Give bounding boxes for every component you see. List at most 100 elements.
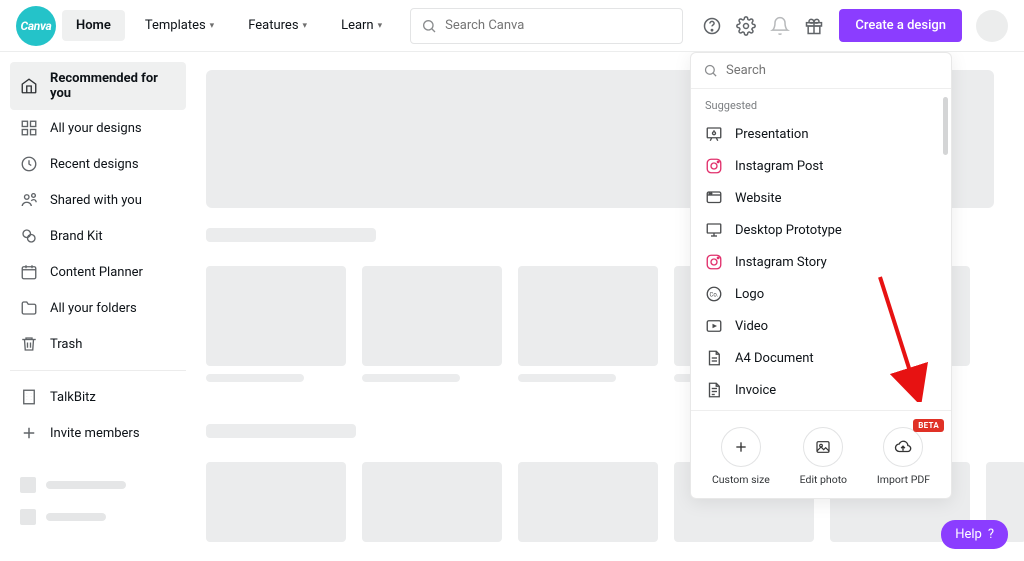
sidebar: Recommended for you All your designs Rec… (0, 52, 196, 561)
folder-icon (20, 299, 38, 317)
presentation-icon (705, 125, 723, 143)
design-card[interactable] (518, 266, 658, 382)
svg-text:Co.: Co. (710, 291, 719, 298)
suggestion-label: Desktop Prototype (735, 223, 842, 238)
nav-learn-label: Learn (341, 18, 374, 33)
brand-icon (20, 227, 38, 245)
suggestion-label: A4 Document (735, 351, 814, 366)
suggestion-website[interactable]: Website (691, 182, 951, 214)
suggestion-presentation[interactable]: Presentation (691, 118, 951, 150)
sidebar-item-recent[interactable]: Recent designs (10, 146, 186, 182)
suggested-label: Suggested (691, 95, 951, 118)
scrollbar[interactable] (943, 97, 948, 155)
instagram-icon (705, 253, 723, 271)
building-icon (20, 388, 38, 406)
suggestion-instagram-post[interactable]: Instagram Post (691, 150, 951, 182)
nav-templates-label: Templates (145, 18, 206, 33)
global-search[interactable] (410, 8, 683, 44)
search-input[interactable] (445, 18, 672, 33)
popover-search[interactable] (691, 53, 951, 89)
canva-logo[interactable]: Canva (16, 6, 56, 46)
search-icon (421, 18, 437, 34)
calendar-icon (20, 263, 38, 281)
loading-placeholder (10, 469, 186, 501)
design-card[interactable] (206, 462, 346, 550)
sidebar-item-label: Recent designs (50, 157, 139, 172)
nav-templates[interactable]: Templates ▾ (131, 10, 228, 41)
help-icon[interactable] (697, 11, 727, 41)
sidebar-item-label: Brand Kit (50, 229, 103, 244)
gift-icon[interactable] (799, 11, 829, 41)
chevron-down-icon: ▾ (210, 21, 215, 31)
document-icon (705, 349, 723, 367)
sidebar-item-recommended[interactable]: Recommended for you (10, 62, 186, 110)
suggestion-label: Instagram Post (735, 159, 823, 174)
suggestion-label: Instagram Story (735, 255, 827, 270)
sidebar-item-label: Trash (50, 337, 82, 352)
suggestion-invoice[interactable]: Invoice (691, 374, 951, 406)
sidebar-item-content-planner[interactable]: Content Planner (10, 254, 186, 290)
sidebar-item-folders[interactable]: All your folders (10, 290, 186, 326)
popover-search-input[interactable] (726, 63, 939, 78)
chevron-down-icon: ▾ (303, 21, 308, 31)
bell-icon[interactable] (765, 11, 795, 41)
suggestion-logo[interactable]: Co. Logo (691, 278, 951, 310)
clock-icon (20, 155, 38, 173)
design-card[interactable] (362, 462, 502, 550)
suggestion-label: Logo (735, 287, 764, 302)
main-layout: Recommended for you All your designs Rec… (0, 52, 1024, 561)
question-icon: ? (988, 527, 994, 542)
create-a-design-button[interactable]: Create a design (839, 9, 962, 42)
help-bubble-button[interactable]: Help ? (941, 520, 1008, 549)
suggestion-instagram-story[interactable]: Instagram Story (691, 246, 951, 278)
nav-learn[interactable]: Learn ▾ (327, 10, 396, 41)
custom-size-button[interactable]: Custom size (712, 427, 770, 486)
header-icons: Create a design (697, 9, 1008, 42)
section-title-placeholder (206, 228, 376, 242)
suggestion-desktop-prototype[interactable]: Desktop Prototype (691, 214, 951, 246)
sidebar-item-all-designs[interactable]: All your designs (10, 110, 186, 146)
edit-photo-button[interactable]: Edit photo (800, 427, 847, 486)
popover-actions: Custom size Edit photo BETA Import PDF (691, 410, 951, 498)
nav-features[interactable]: Features ▾ (234, 10, 321, 41)
help-label: Help (955, 527, 982, 542)
suggestion-label: Website (735, 191, 782, 206)
action-label: Edit photo (800, 473, 847, 486)
sidebar-item-shared[interactable]: Shared with you (10, 182, 186, 218)
sidebar-item-label: Content Planner (50, 265, 143, 280)
nav-features-label: Features (248, 18, 298, 33)
create-design-popover: Suggested Presentation Instagram Post We… (690, 52, 952, 499)
suggestion-label: Presentation (735, 127, 809, 142)
sidebar-divider (10, 370, 186, 371)
search-icon (703, 63, 718, 78)
main-content: Suggested Presentation Instagram Post We… (196, 52, 1024, 561)
suggestion-a4-document[interactable]: A4 Document (691, 342, 951, 374)
sidebar-item-brand-kit[interactable]: Brand Kit (10, 218, 186, 254)
chevron-down-icon: ▾ (378, 21, 383, 31)
design-card[interactable] (518, 462, 658, 550)
popover-body: Suggested Presentation Instagram Post We… (691, 89, 951, 410)
action-label: Custom size (712, 473, 770, 486)
sidebar-item-label: TalkBitz (50, 390, 96, 405)
sidebar-item-team[interactable]: TalkBitz (10, 379, 186, 415)
image-icon (815, 439, 831, 455)
sidebar-item-label: Recommended for you (50, 71, 176, 101)
section-title-placeholder (206, 424, 356, 438)
nav-home[interactable]: Home (62, 10, 125, 41)
sidebar-item-trash[interactable]: Trash (10, 326, 186, 362)
suggestion-label: Video (735, 319, 768, 334)
import-pdf-button[interactable]: BETA Import PDF (877, 427, 930, 486)
design-card[interactable] (362, 266, 502, 382)
instagram-icon (705, 157, 723, 175)
desktop-icon (705, 221, 723, 239)
loading-placeholder (10, 501, 186, 533)
suggestion-video[interactable]: Video (691, 310, 951, 342)
gear-icon[interactable] (731, 11, 761, 41)
document-icon (705, 381, 723, 399)
design-card[interactable] (206, 266, 346, 382)
action-label: Import PDF (877, 473, 930, 486)
sidebar-item-invite[interactable]: Invite members (10, 415, 186, 451)
home-icon (20, 77, 38, 95)
sidebar-item-label: Shared with you (50, 193, 142, 208)
avatar[interactable] (976, 10, 1008, 42)
